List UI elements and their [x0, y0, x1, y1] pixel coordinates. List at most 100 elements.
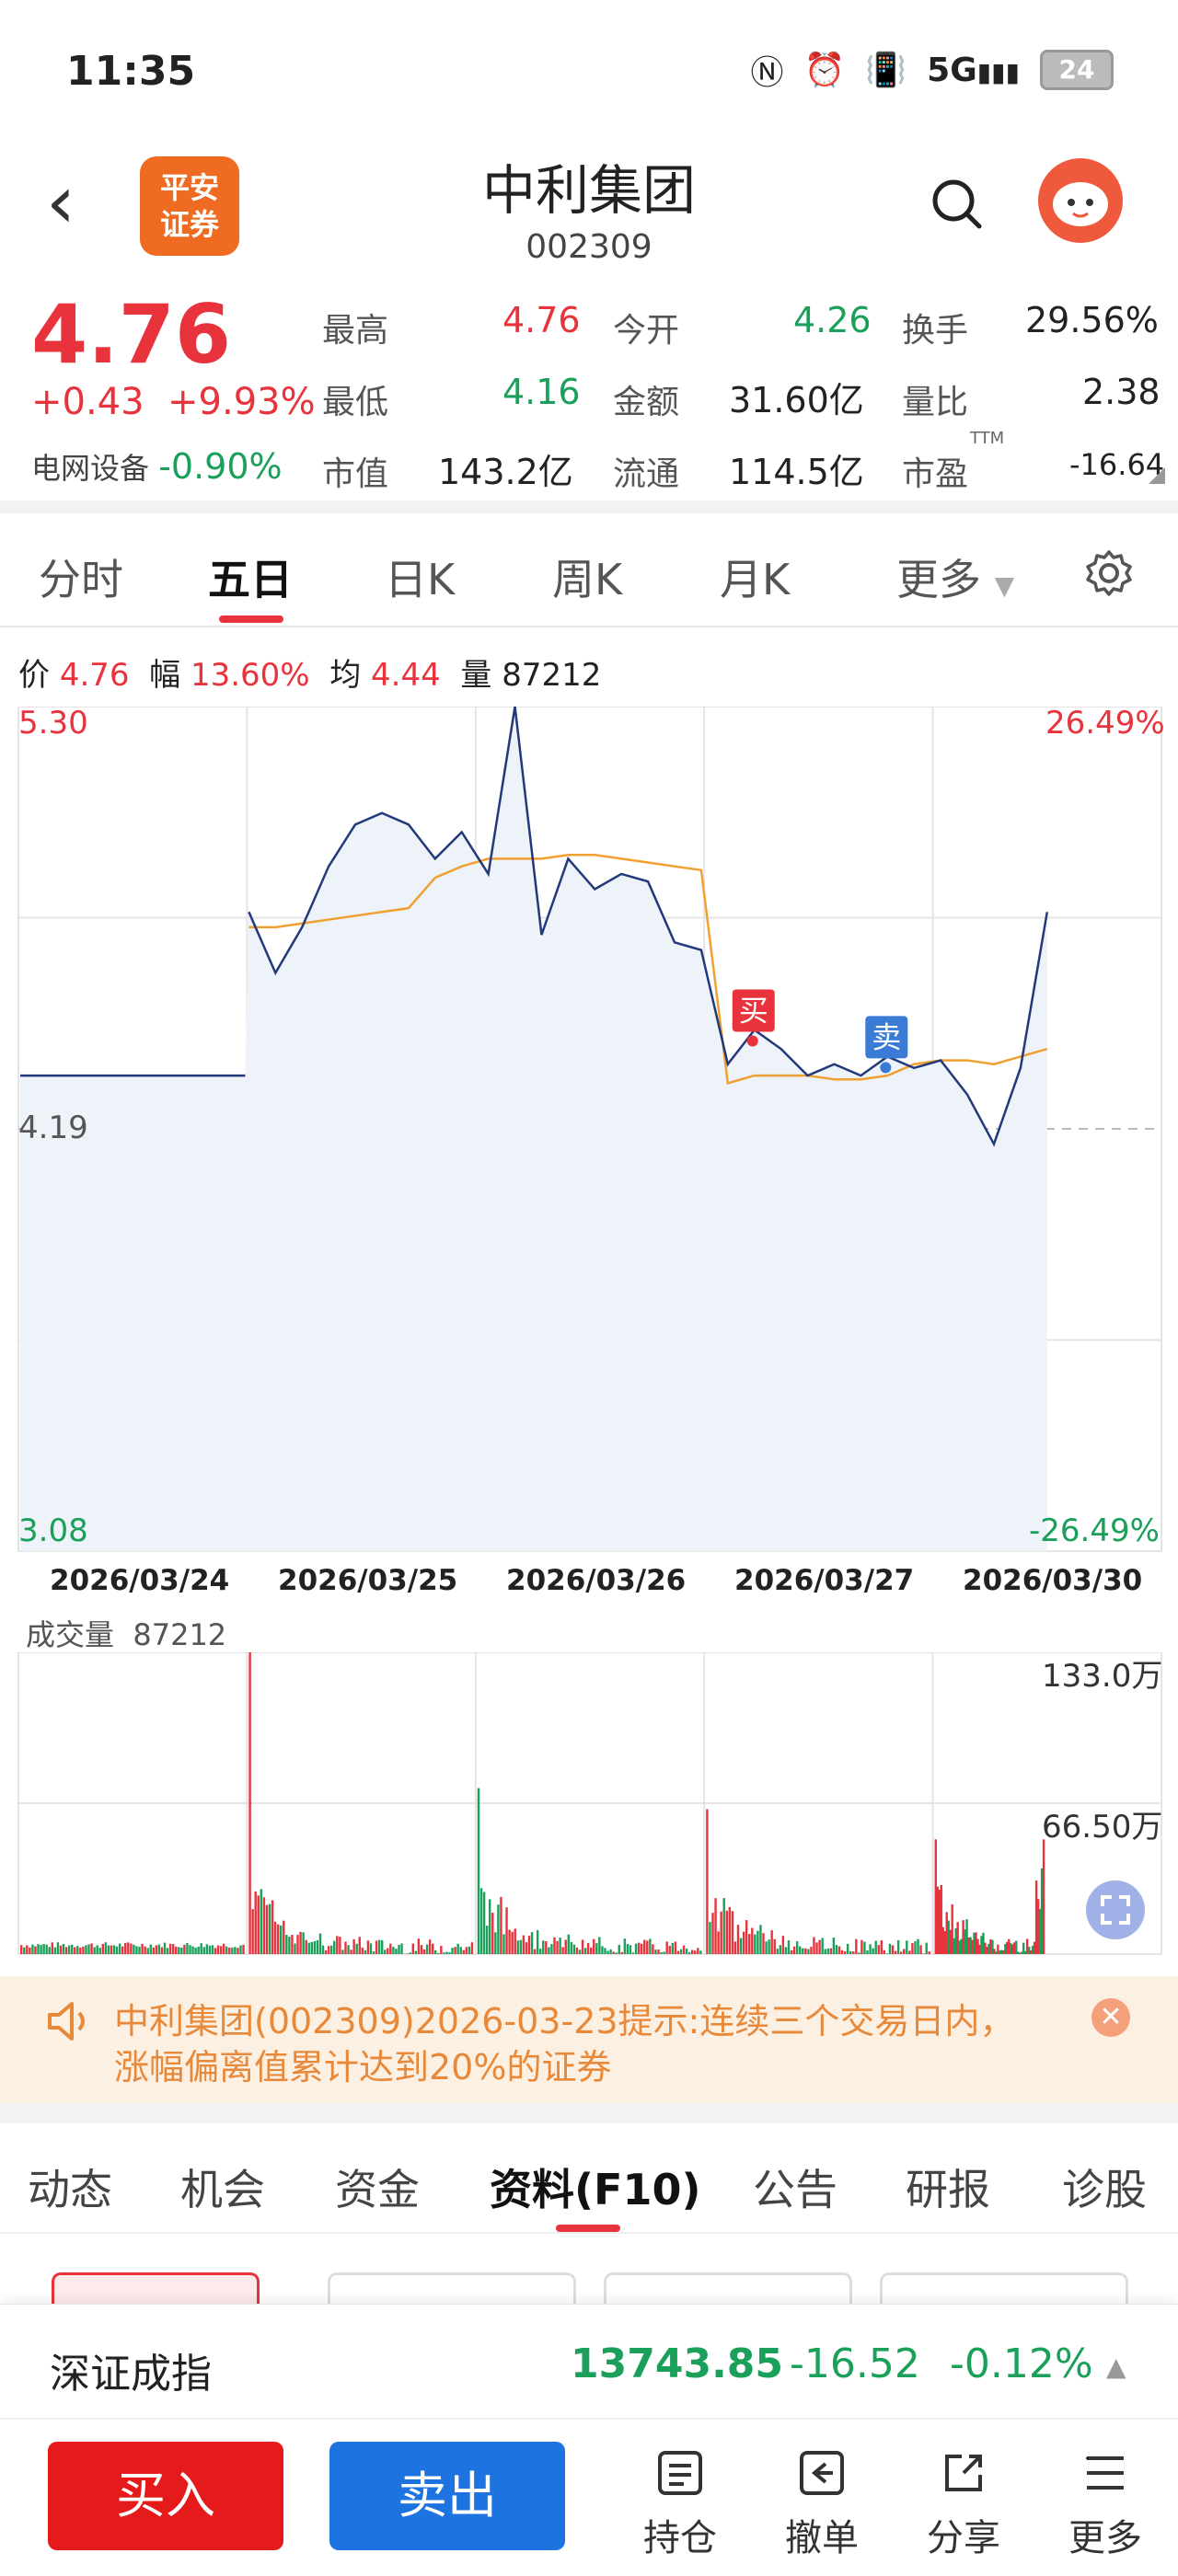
volume-bar: [422, 1949, 426, 1954]
volume-bar: [239, 1945, 242, 1954]
volume-bar: [23, 1947, 26, 1954]
y-axis-mid-label: 4.19: [18, 1110, 88, 1146]
volume-bar: [48, 1947, 51, 1954]
volume-bar: [260, 1889, 263, 1954]
date-label: 2026/03/26: [506, 1564, 687, 1597]
tab-more[interactable]: 更多 ▼: [896, 546, 1014, 607]
volume-bar: [646, 1940, 649, 1954]
volume-bar: [211, 1945, 214, 1954]
volume-bar: [76, 1946, 79, 1954]
cancel-order-icon: [800, 2451, 844, 2495]
volume-bar: [720, 1911, 722, 1954]
volume-bar: [327, 1946, 330, 1954]
tab-f10[interactable]: 资料(F10): [490, 2156, 700, 2217]
volume-bar: [640, 1943, 643, 1954]
volume-bar: [654, 1949, 657, 1954]
volume-bar: [601, 1946, 604, 1954]
volume-bar: [748, 1934, 751, 1954]
positions-button[interactable]: 持仓: [629, 2447, 731, 2561]
tab-funds[interactable]: 资金: [335, 2156, 420, 2217]
buy-button[interactable]: 买入: [48, 2442, 283, 2550]
share-button[interactable]: 分享: [913, 2447, 1014, 2561]
volume-bar: [581, 1939, 584, 1954]
settings-gear-icon[interactable]: [1084, 548, 1134, 598]
volume-bar: [784, 1947, 788, 1954]
more-menu-icon: [1086, 2456, 1124, 2490]
volume-bar: [344, 1941, 347, 1954]
volume-bar: [389, 1943, 392, 1954]
expand-corner-icon[interactable]: [1149, 467, 1165, 484]
volume-bar: [443, 1952, 445, 1954]
volume-bar: [468, 1946, 471, 1954]
volume-bar: [545, 1940, 548, 1954]
volume-bar: [674, 1941, 677, 1954]
volume-bar: [347, 1945, 350, 1954]
tab-weekly-k[interactable]: 周K: [552, 546, 622, 607]
volume-bar: [593, 1938, 595, 1954]
tab-news[interactable]: 动态: [28, 2156, 112, 2217]
volume-bar: [657, 1949, 660, 1954]
volume-bar: [556, 1940, 559, 1954]
volume-bar: [425, 1944, 429, 1954]
tab-diagnosis[interactable]: 诊股: [1062, 2156, 1147, 2217]
volume-bar: [329, 1945, 333, 1954]
sell-button[interactable]: 卖出: [329, 2442, 565, 2550]
y-axis-top-label: 5.30: [18, 705, 88, 742]
volume-bar: [511, 1931, 514, 1954]
close-icon[interactable]: ✕: [1091, 1998, 1130, 2037]
volume-bar: [706, 1809, 709, 1954]
volume-bar: [525, 1942, 528, 1954]
volume-bar: [296, 1935, 299, 1954]
volume-bar: [802, 1948, 804, 1954]
volume-chart[interactable]: [0, 1652, 1178, 1956]
amount-value: 31.60亿: [729, 380, 864, 420]
assistant-avatar[interactable]: [1038, 158, 1123, 243]
volume-bar: [395, 1949, 398, 1954]
volume-bar: [411, 1943, 414, 1954]
share-icon: [945, 2455, 982, 2491]
volume-bar: [168, 1943, 172, 1954]
volume-bar: [807, 1949, 810, 1954]
volume-bar: [485, 1926, 489, 1954]
tab-intraday[interactable]: 分时: [39, 546, 123, 607]
volume-bar: [575, 1947, 579, 1954]
volume-bar: [265, 1904, 269, 1954]
volume-bar: [465, 1947, 468, 1954]
status-time: 11:35: [66, 48, 196, 95]
volume-bar: [451, 1948, 454, 1954]
volume-bar: [508, 1929, 511, 1954]
cancel-order-button[interactable]: 撤单: [771, 2447, 872, 2561]
volume-bar: [305, 1939, 307, 1954]
price-chart[interactable]: 买卖: [0, 707, 1178, 1599]
tab-research[interactable]: 研报: [906, 2156, 990, 2217]
tab-announcements[interactable]: 公告: [753, 2156, 837, 2217]
volume-bar: [135, 1946, 138, 1954]
date-label: 2026/03/24: [50, 1564, 230, 1597]
tab-five-day[interactable]: 五日: [208, 546, 293, 607]
volume-bar: [273, 1921, 277, 1954]
volume-bar: [792, 1946, 796, 1954]
volume-bar: [883, 1949, 886, 1954]
tab-daily-k[interactable]: 日K: [385, 546, 455, 607]
volume-bar: [682, 1945, 686, 1954]
sector-change[interactable]: 电网设备 -0.90%: [31, 445, 283, 488]
volume-bar: [776, 1949, 779, 1954]
volume-bar: [194, 1948, 197, 1954]
volratio-label: 量比: [902, 384, 969, 421]
amount-label: 金额: [613, 384, 680, 421]
volume-bar: [276, 1924, 280, 1954]
volume-bar: [85, 1945, 87, 1954]
fullscreen-button[interactable]: [1086, 1880, 1145, 1939]
volume-bar: [561, 1947, 564, 1954]
caret-up-icon[interactable]: ▲: [1106, 2352, 1126, 2382]
tab-opportunity[interactable]: 机会: [180, 2156, 265, 2217]
price-change: +0.43 +9.93%: [31, 381, 316, 423]
volume-bar: [141, 1943, 144, 1954]
more-button[interactable]: 更多: [1055, 2447, 1156, 2561]
volume-bar: [668, 1946, 671, 1954]
search-icon[interactable]: [930, 177, 985, 232]
chart-info-row: 价 4.76 幅 13.60% 均 4.44 量 87212: [18, 657, 602, 694]
tab-monthly-k[interactable]: 月K: [720, 546, 790, 607]
volume-bar: [643, 1939, 646, 1954]
volume-bar: [96, 1945, 98, 1954]
